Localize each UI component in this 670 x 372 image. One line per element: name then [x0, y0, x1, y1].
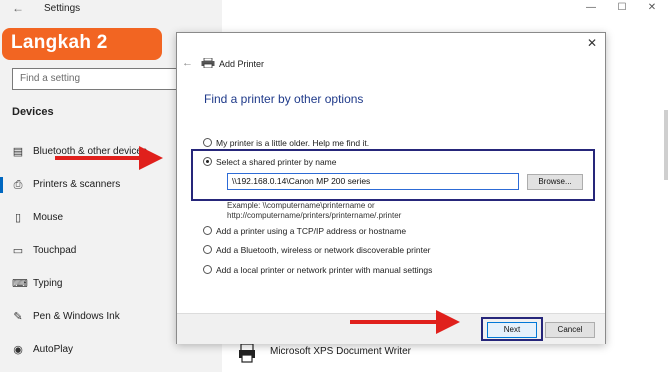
close-window-icon[interactable]: ✕: [645, 2, 659, 13]
shared-printer-path-input[interactable]: \\192.168.0.14\Canon MP 200 series: [227, 173, 519, 190]
sidebar-item-label: AutoPlay: [33, 344, 74, 355]
keyboard-icon: ⌨: [12, 278, 28, 290]
sidebar-item-label: Pen & Windows Ink: [33, 311, 120, 322]
minimize-icon[interactable]: —: [584, 2, 598, 13]
search-placeholder: Find a setting: [20, 73, 81, 84]
scrollbar[interactable]: [664, 110, 668, 180]
settings-title: Settings: [44, 3, 81, 14]
close-icon[interactable]: ✕: [587, 36, 597, 50]
dialog-title: Add Printer: [219, 59, 265, 69]
radio-button[interactable]: [203, 138, 212, 147]
sidebar-item-label: Typing: [33, 278, 63, 289]
printer-icon: ⎙: [13, 179, 23, 191]
arrow-to-shared-option-icon: [55, 146, 163, 170]
step-banner-text: Langkah 2: [11, 32, 108, 53]
pen-icon: ✎: [13, 311, 23, 323]
option-label: Add a local printer or network printer w…: [216, 265, 433, 275]
step-banner: Langkah 2: [2, 28, 162, 60]
example-line-2: http://computername/printers/printername…: [227, 211, 402, 220]
example-text: Example: \\computername\printername or h…: [227, 201, 401, 221]
next-button[interactable]: Next: [487, 322, 537, 338]
devices-section-label: Devices: [12, 106, 54, 118]
option-shared-printer[interactable]: Select a shared printer by name: [203, 157, 336, 167]
printer-icon: [201, 58, 215, 68]
radio-button[interactable]: [203, 265, 212, 274]
sidebar-item-label: Printers & scanners: [33, 179, 121, 190]
back-arrow-icon[interactable]: ←: [12, 1, 24, 15]
radio-button-selected[interactable]: [203, 157, 212, 166]
settings-titlebar: ← Settings — ☐ ✕: [0, 0, 670, 18]
option-bluetooth-wireless[interactable]: Add a Bluetooth, wireless or network dis…: [203, 245, 431, 255]
mouse-icon: ▯: [14, 212, 22, 224]
autoplay-icon: ◉: [13, 344, 23, 356]
xps-printer-icon: [239, 343, 255, 363]
xps-printer-label[interactable]: Microsoft XPS Document Writer: [270, 346, 411, 357]
option-label: Add a Bluetooth, wireless or network dis…: [216, 245, 431, 255]
sidebar-item-label: Mouse: [33, 212, 64, 223]
sidebar-item-label: Touchpad: [33, 245, 77, 256]
arrow-to-next-button-icon: [350, 310, 460, 334]
dialog-heading: Find a printer by other options: [204, 92, 364, 106]
option-tcpip[interactable]: Add a printer using a TCP/IP address or …: [203, 226, 406, 236]
browse-button[interactable]: Browse...: [527, 174, 583, 190]
option-older-printer[interactable]: My printer is a little older. Help me fi…: [203, 138, 369, 148]
option-local-printer[interactable]: Add a local printer or network printer w…: [203, 265, 432, 275]
add-printer-dialog: ✕ ← Add Printer Find a printer by other …: [176, 32, 606, 344]
radio-button[interactable]: [203, 226, 212, 235]
maximize-icon[interactable]: ☐: [615, 2, 629, 13]
option-label: Add a printer using a TCP/IP address or …: [216, 226, 407, 236]
radio-button[interactable]: [203, 245, 212, 254]
cancel-button[interactable]: Cancel: [545, 322, 595, 338]
touchpad-icon: ▭: [12, 245, 24, 257]
option-label: Select a shared printer by name: [216, 157, 337, 167]
bluetooth-devices-icon: ▤: [12, 146, 24, 158]
option-label: My printer is a little older. Help me fi…: [216, 138, 370, 148]
example-line-1: Example: \\computername\printername or: [227, 201, 375, 210]
back-arrow-icon[interactable]: ←: [182, 57, 193, 69]
